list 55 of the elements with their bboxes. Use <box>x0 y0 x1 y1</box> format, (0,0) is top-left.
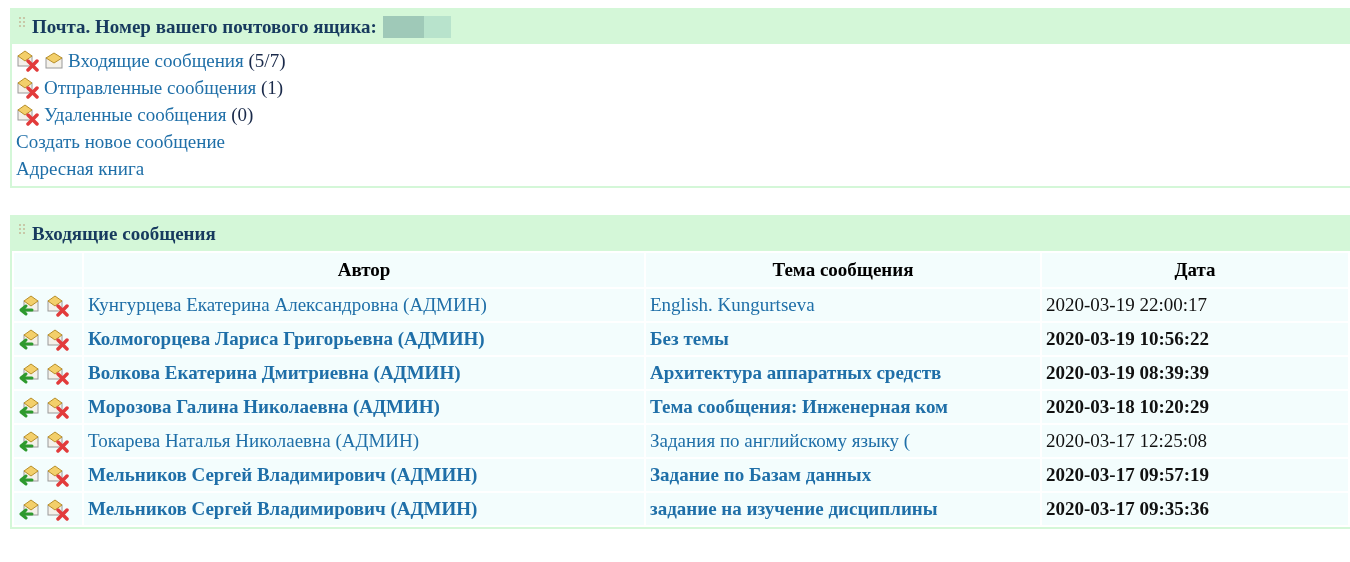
delete-mail-icon[interactable] <box>16 50 40 72</box>
reply-mail-icon[interactable] <box>18 328 42 351</box>
grip-icon <box>18 223 26 235</box>
author-link[interactable]: Токарева Наталья Николаевна (АДМИН) <box>88 430 420 451</box>
message-count: (1) <box>261 77 284 98</box>
reply-mail-icon[interactable] <box>18 498 42 521</box>
reply-mail-icon[interactable] <box>18 430 42 453</box>
date-cell: 2020-03-17 12:25:08 <box>1042 425 1348 457</box>
menu-link[interactable]: Адресная книга <box>16 158 145 179</box>
delete-mail-icon[interactable] <box>46 396 70 419</box>
subject-link[interactable]: English. Kungurtseva <box>650 294 815 315</box>
author-link[interactable]: Волкова Екатерина Дмитриевна (АДМИН) <box>88 362 461 383</box>
author-link[interactable]: Мельников Сергей Владимирович (АДМИН) <box>88 464 478 485</box>
delete-mail-icon[interactable] <box>16 104 40 126</box>
message-count: (5/7) <box>248 50 286 71</box>
author-link[interactable]: Кунгурцева Екатерина Александровна (АДМИН) <box>88 294 487 315</box>
reply-mail-icon[interactable] <box>18 396 42 419</box>
delete-mail-icon[interactable] <box>46 294 70 317</box>
panel-title: Почта. Номер вашего почтового ящика: <box>32 16 377 38</box>
delete-mail-icon[interactable] <box>46 498 70 521</box>
date-cell: 2020-03-19 10:56:22 <box>1042 323 1348 355</box>
date-cell: 2020-03-19 22:00:17 <box>1042 289 1348 321</box>
delete-mail-icon[interactable] <box>46 464 70 487</box>
author-link[interactable]: Мельников Сергей Владимирович (АДМИН) <box>88 498 478 519</box>
message-count: (0) <box>231 104 254 125</box>
subject-link[interactable]: Задание по Базам данных <box>650 464 872 485</box>
folder-link[interactable]: Удаленные сообщения <box>44 104 227 125</box>
subject-link[interactable]: Задания по английскому языку ( <box>650 430 911 451</box>
date-cell: 2020-03-17 09:57:19 <box>1042 459 1348 491</box>
delete-mail-icon[interactable] <box>46 430 70 453</box>
date-cell: 2020-03-17 09:35:36 <box>1042 493 1348 525</box>
date-cell: 2020-03-18 10:20:29 <box>1042 391 1348 423</box>
delete-mail-icon[interactable] <box>16 77 40 99</box>
subject-link[interactable]: Архитектура аппаратных средств <box>650 362 942 383</box>
column-header: Тема сообщения <box>646 253 1040 287</box>
menu-link[interactable]: Создать новое сообщение <box>16 131 226 152</box>
author-link[interactable]: Колмогорцева Лариса Григорьевна (АДМИН) <box>88 328 485 349</box>
reply-mail-icon[interactable] <box>18 294 42 317</box>
delete-mail-icon[interactable] <box>46 328 70 351</box>
subject-link[interactable]: Тема сообщения: Инженерная ком <box>650 396 948 417</box>
subject-link[interactable]: задание на изучение дисциплины <box>650 498 938 519</box>
folder-link[interactable]: Входящие сообщения <box>68 50 244 71</box>
folder-link[interactable]: Отправленные сообщения <box>44 77 257 98</box>
author-link[interactable]: Морозова Галина Николаевна (АДМИН) <box>88 396 440 417</box>
delete-mail-icon[interactable] <box>46 362 70 385</box>
redacted-mark <box>382 16 451 38</box>
grip-icon <box>18 16 26 28</box>
reply-mail-icon[interactable] <box>18 464 42 487</box>
panel-title: Входящие сообщения <box>32 223 216 245</box>
reply-mail-icon[interactable] <box>18 362 42 385</box>
subject-link[interactable]: Без темы <box>650 328 729 349</box>
envelope-icon[interactable] <box>44 52 64 70</box>
column-header: Автор <box>84 253 644 287</box>
date-cell: 2020-03-19 08:39:39 <box>1042 357 1348 389</box>
column-header: Дата <box>1042 253 1348 287</box>
